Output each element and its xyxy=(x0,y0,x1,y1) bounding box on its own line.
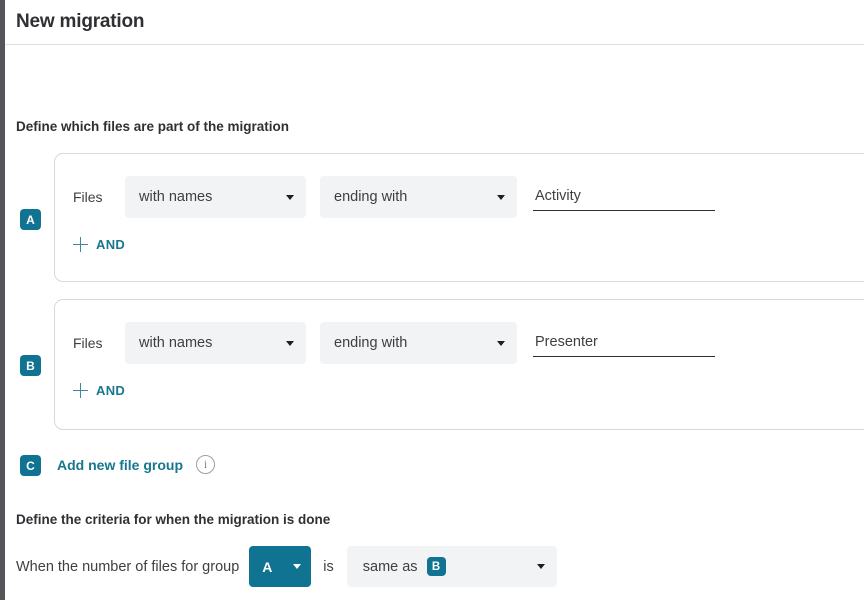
files-label-a: Files xyxy=(73,189,103,205)
condition-select-a[interactable]: with names xyxy=(125,176,306,218)
chevron-down-icon xyxy=(286,194,294,200)
group-badge-a: A xyxy=(20,209,41,230)
page-title: New migration xyxy=(16,11,145,32)
match-select-b[interactable]: ending with xyxy=(320,322,517,364)
criteria-group-select[interactable]: A xyxy=(249,546,312,587)
new-migration-window: New migration Define which files are par… xyxy=(4,0,864,600)
match-select-a-value: ending with xyxy=(334,189,408,205)
chevron-down-icon xyxy=(497,194,505,200)
file-group-card-b xyxy=(54,299,864,430)
condition-select-a-value: with names xyxy=(139,189,213,205)
group-badge-b: B xyxy=(20,355,41,376)
match-select-b-value: ending with xyxy=(334,335,408,351)
files-label-b: Files xyxy=(73,335,103,351)
criteria-group-select-value: A xyxy=(262,558,273,575)
criteria-is-text: is xyxy=(323,558,334,575)
info-icon[interactable]: i xyxy=(196,455,215,474)
add-new-file-group-button[interactable]: Add new file group xyxy=(57,457,183,473)
criteria-row: When the number of files for group A is … xyxy=(16,546,557,587)
match-select-a[interactable]: ending with xyxy=(320,176,517,218)
criteria-comparison-label: same as xyxy=(362,558,418,575)
and-label-b: AND xyxy=(96,383,126,398)
file-group-row-a: Files with names ending with xyxy=(73,176,715,218)
plus-icon xyxy=(73,237,88,252)
criteria-section-heading: Define the criteria for when the migrati… xyxy=(16,512,331,527)
window-titlebar: New migration xyxy=(5,0,864,45)
chevron-down-icon xyxy=(286,340,294,346)
criteria-prefix-text: When the number of files for group xyxy=(16,558,240,575)
condition-select-b[interactable]: with names xyxy=(125,322,306,364)
add-and-condition-b[interactable]: AND xyxy=(73,383,125,398)
chevron-down-icon xyxy=(293,564,302,569)
file-group-row-b: Files with names ending with xyxy=(73,322,715,364)
files-section-heading: Define which files are part of the migra… xyxy=(16,119,290,134)
value-input-a[interactable] xyxy=(533,183,715,211)
condition-select-b-value: with names xyxy=(139,335,213,351)
and-label-a: AND xyxy=(96,237,126,252)
criteria-comparison-select[interactable]: same as B xyxy=(346,546,557,587)
group-badge-c: C xyxy=(20,455,41,476)
add-and-condition-a[interactable]: AND xyxy=(73,237,125,252)
value-input-b[interactable] xyxy=(533,329,715,357)
plus-icon xyxy=(73,383,88,398)
add-new-file-group-row: Add new file group i xyxy=(57,455,215,474)
criteria-comparison-badge: B xyxy=(426,557,446,576)
chevron-down-icon xyxy=(497,340,505,346)
chevron-down-icon xyxy=(536,564,545,569)
